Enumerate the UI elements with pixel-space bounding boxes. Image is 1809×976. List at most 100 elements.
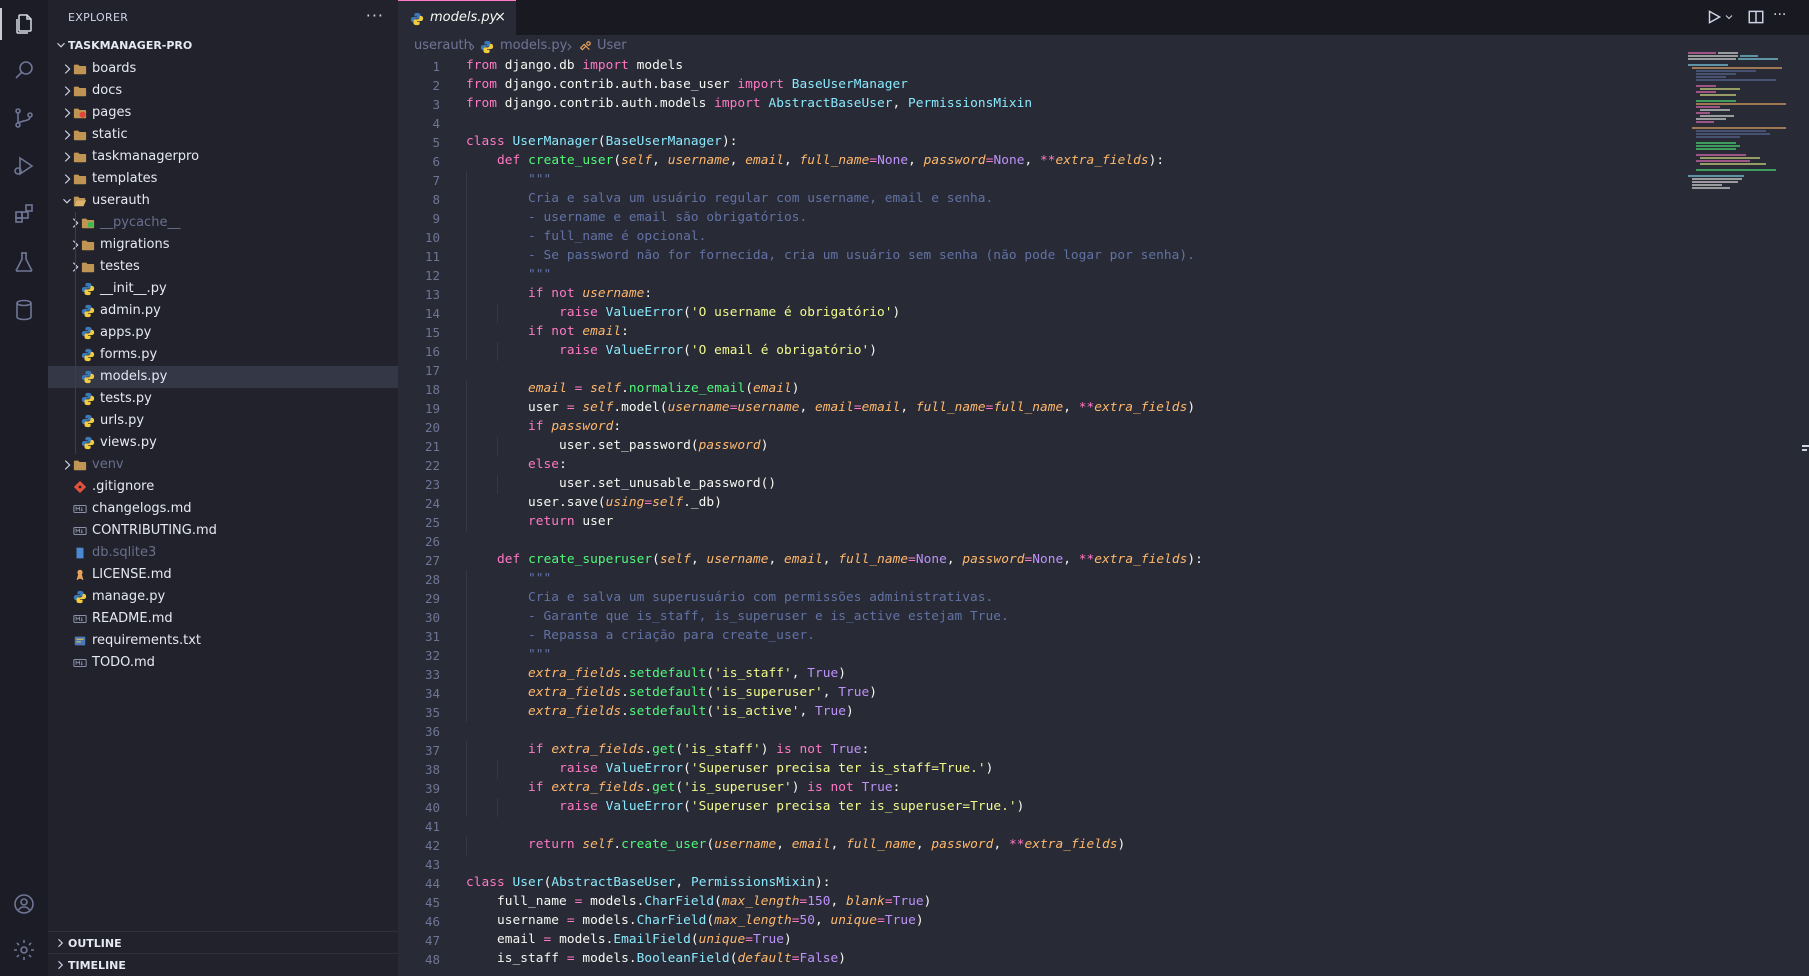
settings-gear-icon[interactable] <box>0 930 48 970</box>
code-token: : <box>621 324 629 339</box>
files-icon[interactable] <box>0 4 48 44</box>
tree-item[interactable]: taskmanagerpro <box>48 146 398 168</box>
tree-item[interactable]: views.py <box>48 432 398 454</box>
tree-item[interactable]: docs <box>48 80 398 102</box>
code-token: ValueError <box>605 761 684 776</box>
code-text: raise ValueError('Superuser precisa ter … <box>466 799 1024 814</box>
code-token: extra_fields <box>1094 552 1188 567</box>
tree-item[interactable]: requirements.txt <box>48 630 398 652</box>
tree-item[interactable]: boards <box>48 58 398 80</box>
chevron-down-icon[interactable] <box>1723 8 1735 26</box>
run-debug-icon[interactable] <box>0 146 48 186</box>
code-token: models. <box>582 894 645 909</box>
code-token: self <box>590 381 622 396</box>
breadcrumb-folder[interactable]: userauth <box>414 38 472 53</box>
search-icon[interactable] <box>0 50 48 90</box>
line-number: 20 <box>424 420 440 435</box>
code-token: AbstractBaseUser <box>768 96 893 111</box>
split-editor-icon[interactable] <box>1747 8 1765 26</box>
tree-item[interactable]: __init__.py <box>48 278 398 300</box>
code-line: 19 user = self.model(username=username, … <box>398 399 1658 418</box>
tree-item[interactable]: .gitignore <box>48 476 398 498</box>
database-icon[interactable] <box>0 290 48 330</box>
breadcrumb-symbol[interactable]: User <box>597 38 627 53</box>
run-icon[interactable] <box>1705 8 1723 26</box>
tree-item-label: requirements.txt <box>92 633 202 648</box>
code-token: if <box>528 742 544 757</box>
code-token: username <box>737 400 800 415</box>
tree-item[interactable]: models.py <box>48 366 398 388</box>
tree-item[interactable]: TODO.md <box>48 652 398 674</box>
testing-icon[interactable] <box>0 242 48 282</box>
tree-item[interactable]: urls.py <box>48 410 398 432</box>
more-actions-icon[interactable]: ··· <box>366 6 384 25</box>
line-number: 23 <box>424 477 440 492</box>
code-text: if password: <box>466 419 621 434</box>
code-token: . <box>644 780 653 795</box>
tree-item[interactable]: __pycache__ <box>48 212 398 234</box>
code-token: . <box>621 381 629 396</box>
tree-item[interactable]: pages <box>48 102 398 124</box>
project-root[interactable]: TASKMANAGER-PRO <box>48 36 398 56</box>
breadcrumb-file[interactable]: models.py <box>500 38 567 53</box>
close-icon[interactable]: × <box>494 9 506 25</box>
code-token: . <box>613 837 622 852</box>
tree-item[interactable]: changelogs.md <box>48 498 398 520</box>
extensions-icon[interactable] <box>0 194 48 234</box>
python-icon <box>480 40 494 54</box>
tree-item-label: CONTRIBUTING.md <box>92 523 217 538</box>
code-token: self <box>652 495 684 510</box>
more-editor-actions-icon[interactable]: ··· <box>1773 8 1791 26</box>
source-control-icon[interactable] <box>0 98 48 138</box>
code-token: - full_name é opcional. <box>528 229 707 244</box>
tree-item[interactable]: userauth <box>48 190 398 212</box>
outline-section[interactable]: OUTLINE <box>48 931 398 954</box>
code-token: True <box>861 780 893 795</box>
code-line: 32 """ <box>398 646 1658 665</box>
code-token: ) <box>869 685 878 700</box>
code-token: extra_fields <box>1024 837 1118 852</box>
code-line: 42 return self.create_user(username, ema… <box>398 836 1658 855</box>
code-token: using <box>605 495 645 510</box>
tree-item[interactable]: static <box>48 124 398 146</box>
tree-item[interactable]: venv <box>48 454 398 476</box>
code-token: raise <box>559 799 598 814</box>
tree-item[interactable]: README.md <box>48 608 398 630</box>
code-token: None <box>915 552 947 567</box>
tree-item[interactable]: forms.py <box>48 344 398 366</box>
code-token: ValueError <box>605 305 684 320</box>
tree-item[interactable]: admin.py <box>48 300 398 322</box>
line-number: 42 <box>424 838 440 853</box>
code-token: user.set_password( <box>466 438 699 453</box>
tab-models-py[interactable]: models.py × <box>398 0 516 35</box>
code-token: """ <box>528 647 552 662</box>
code-token: , <box>675 875 691 890</box>
tree-item[interactable]: migrations <box>48 234 398 256</box>
tree-item[interactable]: LICENSE.md <box>48 564 398 586</box>
account-icon[interactable] <box>0 884 48 924</box>
code-line: 16 raise ValueError('O email é obrigatór… <box>398 342 1658 361</box>
tree-item[interactable]: apps.py <box>48 322 398 344</box>
minimap[interactable] <box>1686 50 1809 200</box>
code-token: if <box>528 780 544 795</box>
tree-item[interactable]: manage.py <box>48 586 398 608</box>
tree-item[interactable]: templates <box>48 168 398 190</box>
code-line: 45 full_name = models.CharField(max_leng… <box>398 893 1658 912</box>
code-token: True <box>884 913 916 928</box>
python-icon <box>73 590 87 604</box>
folder-red-icon <box>73 108 87 119</box>
code-token: extra_fields <box>1094 400 1188 415</box>
tree-item[interactable]: CONTRIBUTING.md <box>48 520 398 542</box>
tree-item[interactable]: db.sqlite3 <box>48 542 398 564</box>
code-token: , <box>690 552 707 567</box>
code-line: 20 if password: <box>398 418 1658 437</box>
code-editor[interactable]: 1 from django.db import models 2 from djang… <box>398 57 1658 976</box>
tree-item[interactable]: tests.py <box>48 388 398 410</box>
timeline-section[interactable]: TIMELINE <box>48 953 398 976</box>
code-token: CharField <box>644 894 715 909</box>
tree-item[interactable]: testes <box>48 256 398 278</box>
code-token: username <box>706 552 769 567</box>
